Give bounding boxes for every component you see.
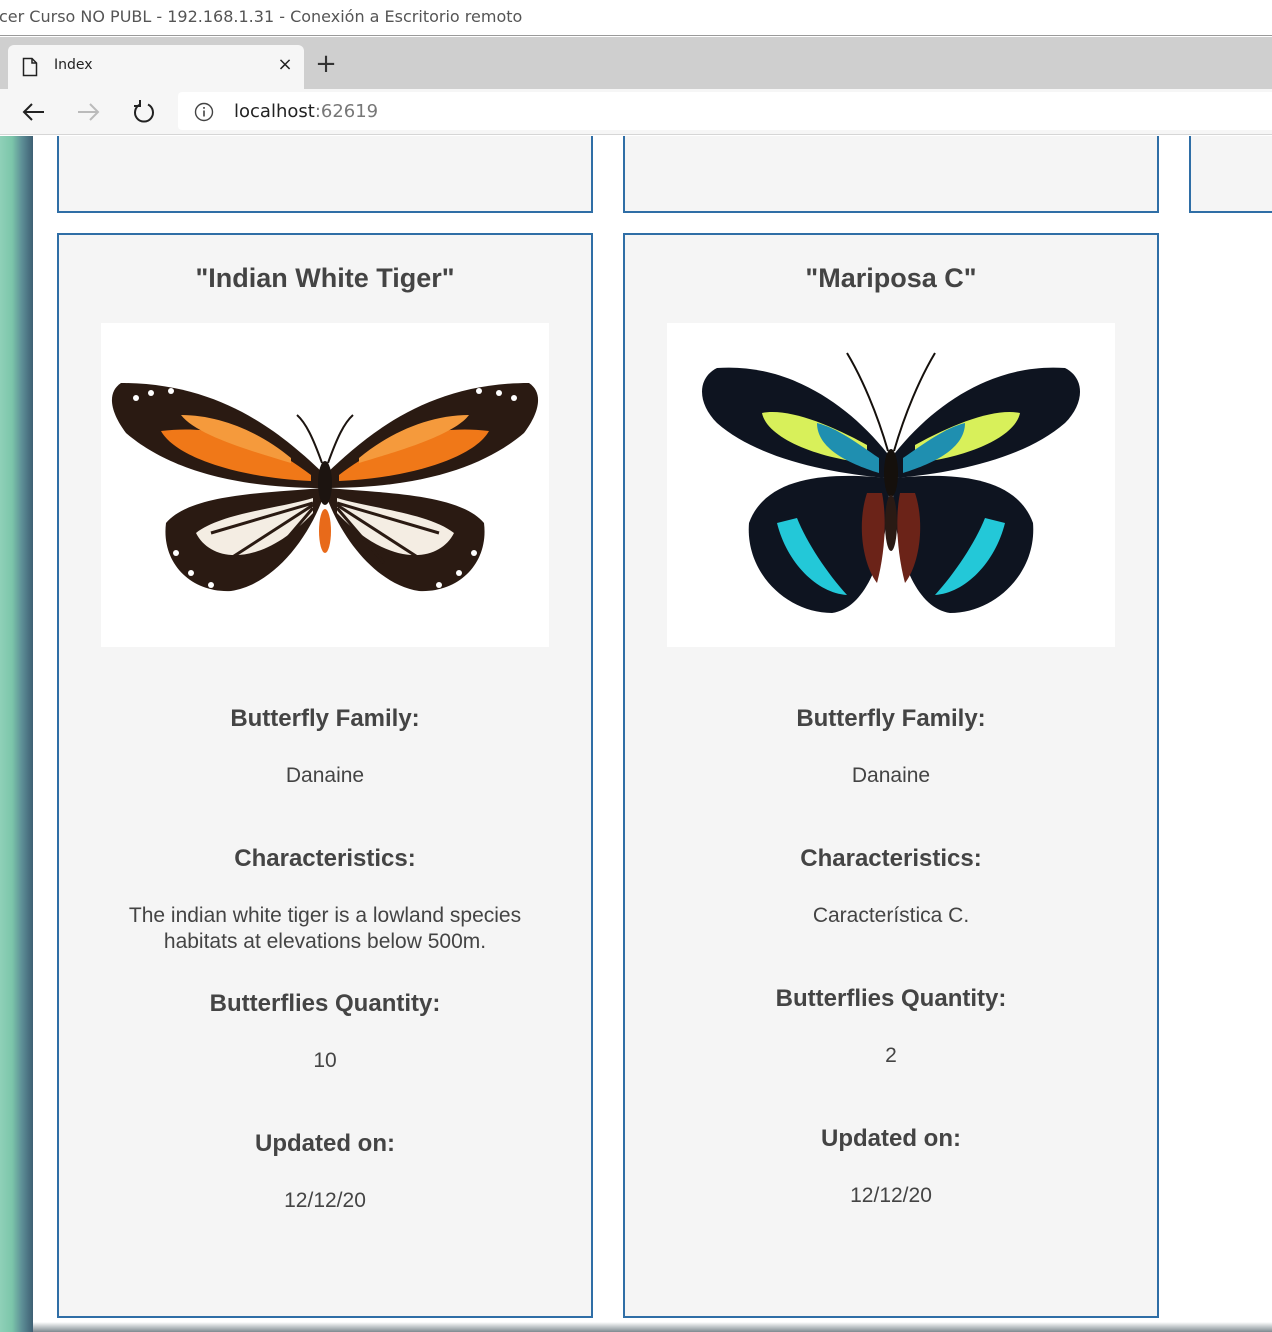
family-value: Danaine <box>285 764 365 787</box>
browser-toolbar: localhost:62619 <box>0 89 1272 135</box>
butterfly-card-partial <box>57 136 593 213</box>
remote-desktop-title: cer Curso NO PUBL - 192.168.1.31 - Conex… <box>0 7 523 26</box>
card-title: "Mariposa C" <box>805 263 977 293</box>
family-label: Butterfly Family: <box>230 705 420 732</box>
quantity-label: Butterflies Quantity: <box>209 990 441 1017</box>
butterfly-photo <box>101 323 549 647</box>
address-bar[interactable]: localhost:62619 <box>178 92 1272 130</box>
tab-index[interactable]: Index × <box>8 45 304 89</box>
page-viewport: "Indian White Tiger" Butterfly Family: D… <box>0 136 1272 1332</box>
remote-desktop-titlebar: cer Curso NO PUBL - 192.168.1.31 - Conex… <box>0 0 1272 36</box>
back-arrow-icon[interactable] <box>20 98 48 126</box>
window-bottom-edge <box>33 1322 1272 1332</box>
url-text[interactable]: localhost:62619 <box>234 101 378 122</box>
updated-label: Updated on: <box>255 1130 395 1157</box>
desktop-background <box>0 136 33 1332</box>
updated-label: Updated on: <box>821 1125 961 1152</box>
updated-value: 12/12/20 <box>284 1189 366 1212</box>
refresh-icon[interactable] <box>130 98 158 126</box>
butterfly-card: "Indian White Tiger" Butterfly Family: D… <box>57 233 593 1318</box>
family-label: Butterfly Family: <box>796 705 986 732</box>
info-icon[interactable] <box>194 102 214 127</box>
characteristics-label: Characteristics: <box>800 845 982 872</box>
quantity-value: 2 <box>885 1044 897 1067</box>
browser-tabstrip: Index × + <box>0 37 1272 89</box>
butterfly-card: "Mariposa C" Butterfly Family: Danaine C… <box>623 233 1159 1318</box>
forward-arrow-icon[interactable] <box>74 98 102 126</box>
family-value: Danaine <box>851 764 931 787</box>
url-port: :62619 <box>314 101 379 122</box>
page-icon <box>22 57 38 82</box>
quantity-value: 10 <box>313 1049 337 1072</box>
updated-value: 12/12/20 <box>850 1184 932 1207</box>
new-tab-button[interactable]: + <box>312 50 340 78</box>
butterfly-card-partial <box>623 136 1159 213</box>
characteristics-value: The indian white tiger is a lowland spec… <box>128 904 522 953</box>
url-host: localhost <box>234 101 315 122</box>
butterfly-photo <box>667 323 1115 647</box>
tab-title: Index <box>54 57 93 73</box>
card-title: "Indian White Tiger" <box>195 263 455 293</box>
butterfly-card-partial <box>1189 136 1272 213</box>
characteristics-value: Característica C. <box>812 904 970 927</box>
quantity-label: Butterflies Quantity: <box>775 985 1007 1012</box>
close-icon[interactable]: × <box>274 54 296 76</box>
characteristics-label: Characteristics: <box>234 845 416 872</box>
